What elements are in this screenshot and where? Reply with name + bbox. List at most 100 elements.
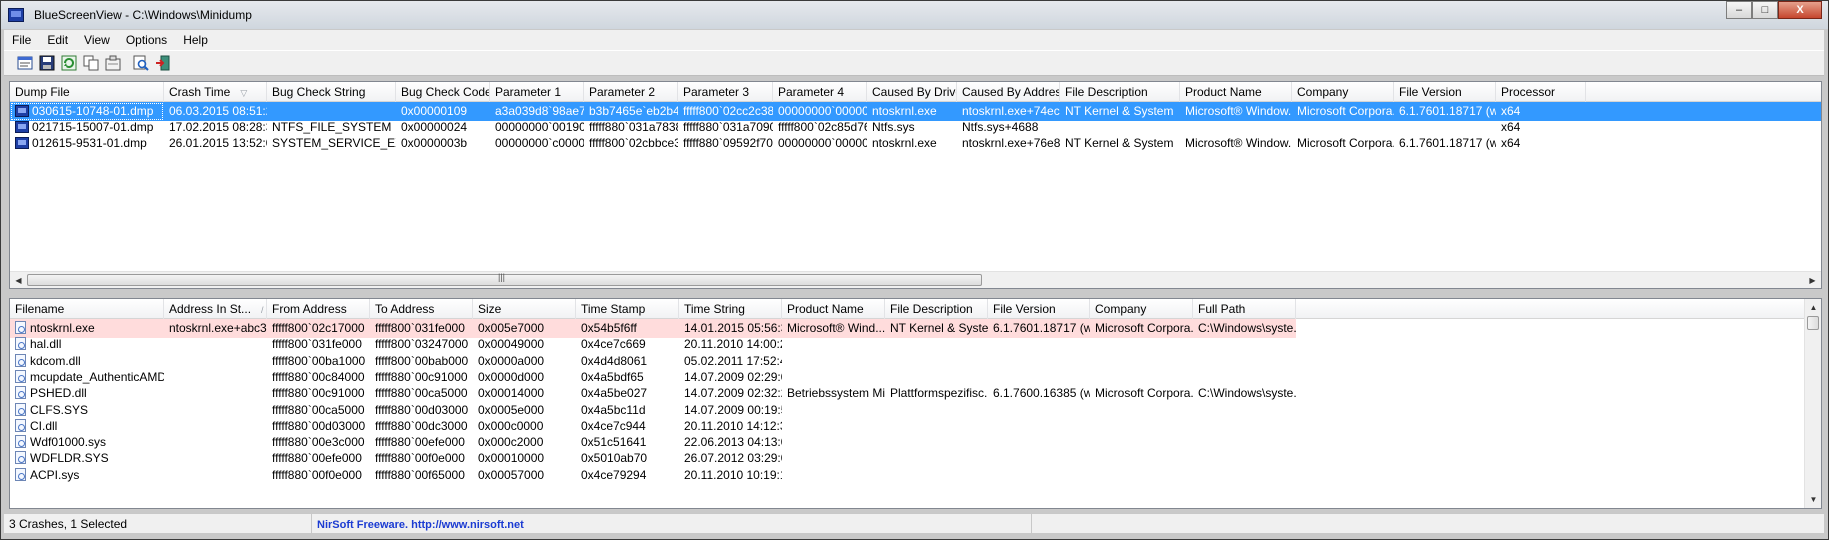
column-header-label: Dump File (15, 85, 70, 99)
cell-text: 030615-10748-01.dmp (32, 104, 154, 118)
column-header-file-description[interactable]: File Description (1060, 82, 1180, 102)
cell-text: a3a039d8`98ae7b... (495, 104, 584, 118)
column-header-processor[interactable]: Processor (1496, 82, 1586, 102)
column-header-label: Parameter 3 (683, 85, 750, 99)
cell-product-name (782, 466, 885, 485)
driver-file-icon (15, 369, 26, 383)
scroll-down-icon[interactable]: ▼ (1805, 491, 1821, 508)
cell-text: 012615-9531-01.dmp (32, 136, 147, 150)
column-header-product-name[interactable]: Product Name (782, 299, 885, 319)
drivers-list-header: Filename Address In St... / From Address To … (10, 299, 1821, 319)
title-bar[interactable]: BlueScreenView - C:\Windows\Minidump – □… (1, 1, 1828, 29)
menu-view[interactable]: View (76, 33, 118, 47)
column-header-to-address[interactable]: To Address (370, 299, 473, 319)
sort-arrow-icon: / (261, 305, 264, 315)
column-header-file-version[interactable]: File Version (1394, 82, 1496, 102)
close-button[interactable]: X (1778, 1, 1822, 19)
column-header-time-string[interactable]: Time String (679, 299, 782, 319)
refresh-button[interactable] (58, 53, 80, 73)
column-header-bug-check-string[interactable]: Bug Check String (267, 82, 396, 102)
cell-text: 0x00014000 (478, 386, 545, 401)
column-header-file-version[interactable]: File Version (988, 299, 1090, 319)
cell-file-description: NT Kernel & System (1060, 134, 1180, 153)
cell-text: b3b7465e`eb2b4... (589, 104, 678, 118)
cell-text: 0x4ce7c669 (581, 337, 646, 352)
cell-text: ntoskrnl.exe+74ec0 (962, 104, 1060, 118)
cell-text: Ntfs.sys+4688 (962, 120, 1039, 134)
column-header-parameter-3[interactable]: Parameter 3 (678, 82, 773, 102)
cell-text: 0x51c51641 (581, 435, 647, 450)
save-button[interactable] (36, 53, 58, 73)
crash-list-header: Dump File Crash Time ▽ Bug Check String Bug … (10, 82, 1821, 102)
column-header-filename[interactable]: Filename (10, 299, 164, 319)
vertical-scrollbar[interactable]: ▲ ▼ (1804, 299, 1821, 508)
column-header-product-name[interactable]: Product Name (1180, 82, 1292, 102)
cell-text: 22.06.2013 04:13:05 (684, 435, 782, 450)
crash-dumps-list[interactable]: Dump File Crash Time ▽ Bug Check String Bug … (9, 81, 1822, 289)
advanced-options-button[interactable] (102, 53, 124, 73)
column-header-label: Company (1297, 85, 1349, 99)
scrollbar-thumb[interactable] (1807, 316, 1819, 330)
loaded-drivers-list[interactable]: Filename Address In St... / From Address To … (9, 298, 1822, 509)
column-header-from-address[interactable]: From Address (267, 299, 370, 319)
menu-help[interactable]: Help (175, 33, 216, 47)
column-header-bug-check-code[interactable]: Bug Check Code (396, 82, 490, 102)
properties-button[interactable] (14, 53, 36, 73)
column-header-parameter-1[interactable]: Parameter 1 (490, 82, 584, 102)
cell-caused-by-driver: ntoskrnl.exe (867, 134, 957, 153)
cell-filename: ACPI.sys (10, 466, 164, 485)
column-header-label: Caused By Address (962, 85, 1060, 99)
column-header-file-description[interactable]: File Description (885, 299, 988, 319)
column-header-size[interactable]: Size (473, 299, 576, 319)
driver-row[interactable]: ACPI.sys fffff880`00f0e000 fffff880`00f650… (10, 466, 1821, 485)
cell-text: 0x4a5bc11d (581, 402, 646, 417)
cell-bug-check-code: 0x0000003b (396, 134, 490, 153)
cell-text: NT Kernel & System (890, 321, 988, 335)
column-header-crash-time[interactable]: Crash Time ▽ (164, 82, 267, 102)
cell-to-address: fffff880`00f65000 (370, 466, 473, 485)
cell-text: x64 (1501, 104, 1521, 118)
cell-text: 00000000`001904fb (495, 120, 584, 134)
scrollbar-thumb[interactable]: ||| (27, 272, 982, 286)
cell-text: 26.07.2012 03:29:04 (684, 451, 782, 466)
column-header-label: To Address (375, 302, 435, 316)
scroll-left-icon[interactable]: ◀ (10, 272, 27, 288)
column-header-caused-by-address[interactable]: Caused By Address (957, 82, 1060, 102)
column-header-caused-by-driver[interactable]: Caused By Driver (867, 82, 957, 102)
column-header-label: File Description (1065, 85, 1148, 99)
cell-parameter-2: fffff800`02cbbce3 (584, 134, 678, 153)
column-header-parameter-4[interactable]: Parameter 4 (773, 82, 867, 102)
column-header-label: Time String (684, 302, 745, 316)
cell-text: fffff880`00ca5000 (375, 386, 468, 401)
scroll-up-icon[interactable]: ▲ (1805, 299, 1821, 316)
refresh-icon (61, 55, 77, 71)
maximize-button[interactable]: □ (1752, 1, 1778, 19)
horizontal-scrollbar[interactable]: ◀ ||| ▶ (10, 271, 1821, 288)
column-header-company[interactable]: Company (1292, 82, 1394, 102)
nirsoft-link[interactable]: NirSoft Freeware. http://www.nirsoft.net (317, 519, 524, 531)
column-header-time-stamp[interactable]: Time Stamp (576, 299, 679, 319)
copy-button[interactable] (80, 53, 102, 73)
cell-text: fffff880`00efe000 (375, 435, 465, 450)
column-header-company[interactable]: Company (1090, 299, 1193, 319)
cell-text: fffff880`00ca5000 (272, 402, 365, 417)
crash-row[interactable]: 012615-9531-01.dmp 26.01.2015 13:52:08 SYS… (10, 134, 1821, 153)
column-header-address-in-st[interactable]: Address In St... / (164, 299, 267, 319)
find-button[interactable] (130, 53, 152, 73)
cell-text: 05.02.2011 17:52:49 (684, 353, 782, 368)
cell-size: 0x00057000 (473, 466, 576, 485)
driver-file-icon (15, 321, 26, 334)
menu-options[interactable]: Options (118, 33, 175, 47)
column-header-dump-file[interactable]: Dump File (10, 82, 164, 102)
minimize-button[interactable]: – (1726, 1, 1752, 19)
column-header-parameter-2[interactable]: Parameter 2 (584, 82, 678, 102)
exit-button[interactable] (152, 53, 174, 73)
cell-text: Betriebssystem Mi... (787, 386, 885, 401)
column-header-full-path[interactable]: Full Path (1193, 299, 1296, 319)
cell-text: 0x4d4d8061 (581, 353, 648, 368)
menu-file[interactable]: File (4, 33, 39, 47)
menu-edit[interactable]: Edit (39, 33, 76, 47)
scroll-right-icon[interactable]: ▶ (1804, 272, 1821, 288)
cell-text: 0x0005e000 (478, 402, 545, 417)
cell-processor: x64 (1496, 134, 1586, 153)
